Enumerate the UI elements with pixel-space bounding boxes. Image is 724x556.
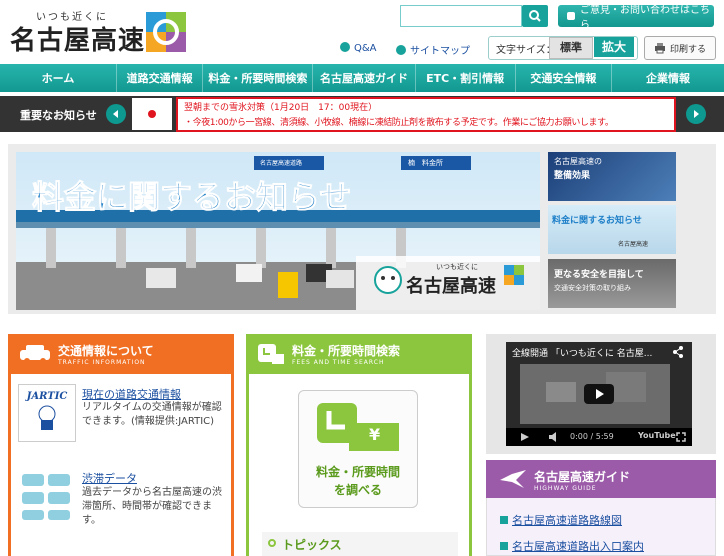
fullscreen-icon[interactable] xyxy=(676,432,686,442)
play-button-icon[interactable] xyxy=(584,384,614,404)
current-traffic-label: 現在の道路交通情報 xyxy=(82,388,181,401)
current-traffic-desc: リアルタイムの交通情報が確認できます。(情報提供:JARTIC) xyxy=(82,402,222,427)
side-banner-1-line2: 整備効果 xyxy=(554,171,591,181)
nav-item-safety[interactable]: 交通安全情報 xyxy=(516,64,612,92)
nav-item-guide[interactable]: 名古屋高速ガイド xyxy=(313,64,416,92)
booth-sign-1: 名古屋高速道路 xyxy=(260,160,303,167)
print-button[interactable]: 印刷する xyxy=(644,36,716,60)
congestion-data-link[interactable]: 渋滞データ xyxy=(82,470,137,486)
jartic-logo: JARTIC xyxy=(18,384,76,442)
print-label: 印刷する xyxy=(669,44,706,55)
alert-body: ・今夜1:00から一宮線、清須線、小牧線、楠線に凍結防止剤を散布する予定です。作… xyxy=(184,118,614,128)
alert-box[interactable]: 翌朝までの雪氷対策（1月20日 17：00現在） ・今夜1:00から一宮線、清須… xyxy=(176,97,676,132)
banner-headline: 料金に関するお知らせ xyxy=(31,178,352,217)
font-size-label: 文字サイズ： xyxy=(496,45,556,56)
jartic-logo-text: JARTIC xyxy=(26,391,68,402)
side-banner-effect[interactable]: 名古屋高速の 整備効果 xyxy=(548,152,676,201)
search-input[interactable] xyxy=(400,5,522,27)
contact-button[interactable]: ご意見・お問い合わせはこちら xyxy=(558,5,714,31)
arrow-icon xyxy=(396,45,406,55)
entrance-guide-label: 名古屋高速道路出入口案内 xyxy=(512,540,644,553)
site-logo[interactable]: 名古屋高速 xyxy=(10,20,145,57)
guide-panel-header: 名古屋高速ガイド HIGHWAY GUIDE xyxy=(486,460,716,498)
guide-title: 名古屋高速ガイド xyxy=(534,470,631,484)
play-icon[interactable] xyxy=(520,432,530,442)
font-size-large-button[interactable]: 拡大 xyxy=(594,37,634,57)
side-banner-2-line2: 名古屋高速 xyxy=(618,241,649,248)
banner-logo: 名古屋高速 xyxy=(406,276,496,297)
topics-bar: トピックス xyxy=(262,532,458,556)
qa-link[interactable]: Q&A xyxy=(340,42,377,54)
global-nav: ホーム 道路交通情報 料金・所要時間検索 名古屋高速ガイド ETC・割引情報 交… xyxy=(0,64,724,92)
video-time: 0:00 / 5:59 xyxy=(570,432,614,441)
video-title: 全線開通 「いつも近くに 名古屋... xyxy=(512,349,653,359)
booth-sign-2: 楠 料金所 xyxy=(408,159,443,167)
side-banner-1-line1: 名古屋高速の xyxy=(554,157,602,166)
share-icon[interactable] xyxy=(672,346,684,358)
youtube-logo: YouTube xyxy=(638,431,676,440)
alert-title: 翌朝までの雪氷対策（1月20日 17：00現在） xyxy=(184,103,378,113)
search-field[interactable] xyxy=(401,6,515,26)
current-traffic-link[interactable]: 現在の道路交通情報 xyxy=(82,386,181,402)
nav-item-etc[interactable]: ETC・割引情報 xyxy=(416,64,516,92)
yen-symbol: ¥ xyxy=(369,425,381,444)
news-next-button[interactable] xyxy=(686,104,706,124)
search-icon xyxy=(529,10,541,22)
route-map-label: 名古屋高速道路路線図 xyxy=(512,514,622,527)
chevron-right-icon xyxy=(694,110,699,118)
arrow-icon xyxy=(500,516,508,524)
mascot-icon xyxy=(38,405,56,430)
sitemap-link[interactable]: サイトマップ xyxy=(396,42,470,57)
route-map-link[interactable]: 名古屋高速道路路線図 xyxy=(500,512,622,528)
topics-bullet-icon xyxy=(268,539,276,547)
contact-label: ご意見・お問い合わせはこちら xyxy=(580,5,710,31)
fee-subtitle: FEES AND TIME SEARCH xyxy=(292,359,385,366)
congestion-data-label: 渋滞データ xyxy=(82,472,137,485)
fee-title: 料金・所要時間検索 xyxy=(292,344,401,358)
side-banner-2-line1: 料金に関するお知らせ xyxy=(552,216,642,226)
side-banner-fee[interactable]: 料金に関するお知らせ 名古屋高速 xyxy=(548,205,676,254)
arrow-icon xyxy=(340,42,350,52)
qa-label: Q&A xyxy=(354,43,377,54)
car-icon xyxy=(20,345,50,364)
nav-item-fee-search[interactable]: 料金・所要時間検索 xyxy=(203,64,314,92)
congestion-icon xyxy=(22,474,70,520)
traffic-subtitle: TRAFFIC INFORMATION xyxy=(58,359,146,366)
logo-mark-icon xyxy=(146,12,186,52)
fee-search-button[interactable]: ¥ 料金・所要時間 を調べる xyxy=(298,390,418,508)
side-banner-safety[interactable]: 更なる安全を目指して 交通安全対策の取り組み xyxy=(548,259,676,308)
side-banner-3-line2: 交通安全対策の取り組み xyxy=(554,284,631,292)
nav-item-company[interactable]: 企業情報 xyxy=(612,64,724,92)
fee-panel-header: 料金・所要時間検索 FEES AND TIME SEARCH xyxy=(246,334,472,374)
traffic-title: 交通情報について xyxy=(58,344,154,358)
guide-subtitle: HIGHWAY GUIDE xyxy=(534,485,597,492)
topics-label: トピックス xyxy=(282,538,342,552)
volume-icon[interactable] xyxy=(548,432,560,442)
side-banner-3-line1: 更なる安全を目指して xyxy=(554,270,644,280)
congestion-data-desc: 過去データから名古屋高速の渋滞箇所、時間帯が確認できます。 xyxy=(82,487,222,526)
chevron-left-icon xyxy=(113,110,118,118)
arrow-icon xyxy=(500,542,508,550)
main-banner[interactable]: 料金に関するお知らせ 名古屋高速道路 楠 料金所 いつも近くに 名古屋高速 xyxy=(16,152,540,310)
phone-icon xyxy=(567,12,575,20)
alert-dot-icon xyxy=(148,110,156,118)
news-prev-button[interactable] xyxy=(106,104,126,124)
font-size-standard-button[interactable]: 標準 xyxy=(549,37,593,59)
news-label: 重要なお知らせ xyxy=(20,109,97,122)
entrance-guide-link[interactable]: 名古屋高速道路出入口案内 xyxy=(500,538,644,554)
fee-button-line2: を調べる xyxy=(333,483,382,497)
search-button[interactable] xyxy=(522,5,548,27)
clock-yen-icon xyxy=(258,344,284,364)
sitemap-label: サイトマップ xyxy=(410,46,470,57)
traffic-panel-header: 交通情報について TRAFFIC INFORMATION xyxy=(8,334,234,374)
video-player[interactable]: 全線開通 「いつも近くに 名古屋... 0:00 / 5:59 YouTube xyxy=(506,342,692,446)
nav-item-home[interactable]: ホーム xyxy=(0,64,118,92)
banner-logo-tagline: いつも近くに xyxy=(436,263,478,271)
printer-icon xyxy=(654,43,665,54)
fee-button-line1: 料金・所要時間 xyxy=(315,465,400,479)
nav-item-traffic[interactable]: 道路交通情報 xyxy=(117,64,204,92)
fee-clock-icon xyxy=(317,403,399,451)
bird-icon xyxy=(500,470,526,488)
